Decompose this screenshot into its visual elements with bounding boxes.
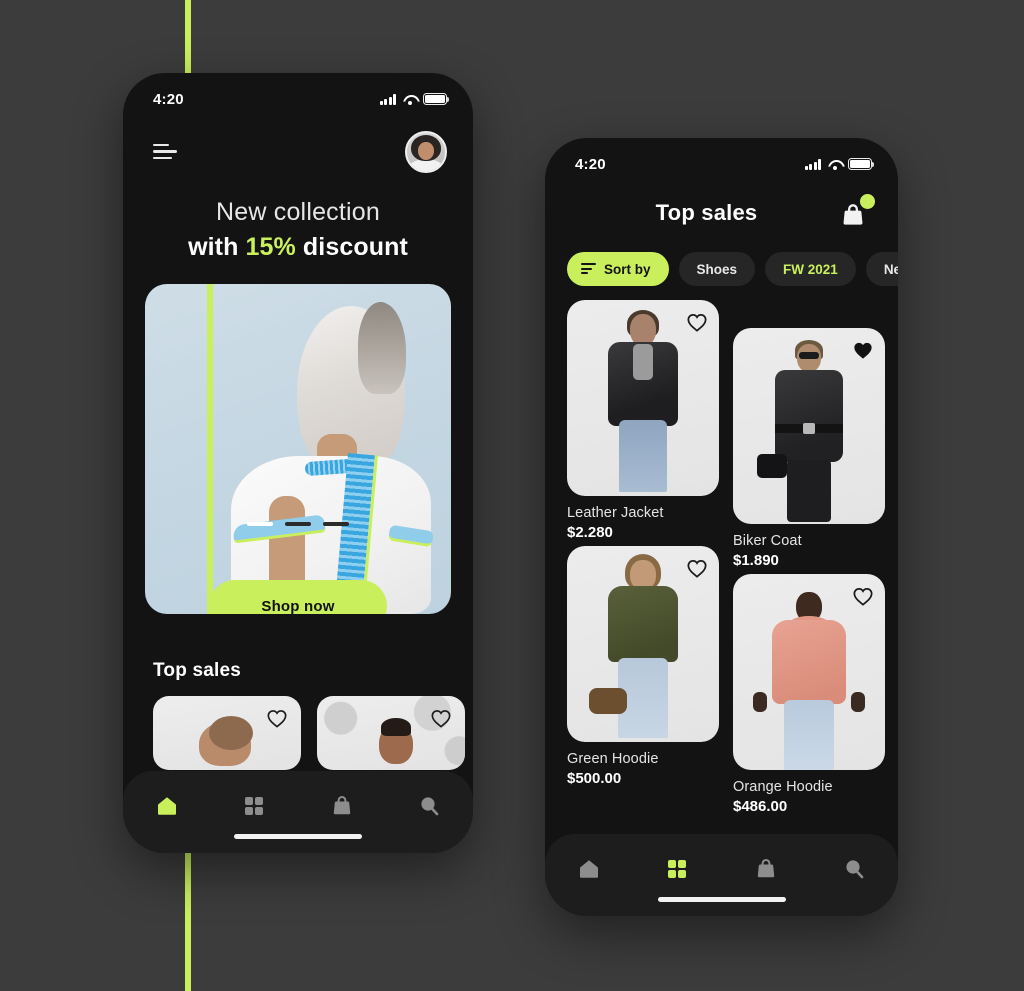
favorite-heart-icon[interactable] [429, 706, 453, 730]
product-card-green-hoodie[interactable]: Green Hoodie $500.00 [567, 546, 719, 787]
product-price: $1.890 [733, 552, 779, 569]
nav-item-search[interactable] [386, 789, 474, 823]
nav-item-bag[interactable] [722, 852, 810, 886]
phone-left-home-screen: 4:20 New collection with 15% discount Sh… [123, 73, 473, 853]
wifi-icon [402, 94, 417, 105]
signal-icon [804, 158, 821, 170]
shopping-bag-icon[interactable] [838, 194, 875, 230]
left-status-bar: 4:20 [123, 73, 473, 115]
product-image [567, 300, 719, 496]
status-icon-group [804, 158, 875, 170]
product-price: $500.00 [567, 770, 622, 787]
headline-suffix: discount [295, 233, 408, 261]
headline-line-2: with 15% discount [143, 233, 453, 262]
nav-item-home[interactable] [545, 852, 633, 886]
chip-fw-2021[interactable]: FW 2021 [765, 252, 856, 286]
product-image [733, 328, 885, 524]
product-card-biker-coat[interactable]: Biker Coat $1.890 [733, 328, 885, 569]
product-card-leather-jacket[interactable]: Leather Jacket $2.280 [567, 300, 719, 541]
favorite-heart-icon[interactable] [685, 556, 709, 580]
product-card-orange-hoodie[interactable]: Orange Hoodie $486.00 [733, 574, 885, 815]
left-section-title: Top sales [153, 660, 242, 681]
product-image [567, 546, 719, 742]
left-bottom-nav [123, 771, 473, 853]
favorite-heart-icon[interactable] [851, 584, 875, 608]
favorite-heart-icon[interactable] [265, 706, 289, 730]
status-icon-group [379, 93, 450, 105]
filter-chip-row[interactable]: Sort by Shoes FW 2021 New [545, 230, 898, 286]
signal-icon [379, 93, 396, 105]
nav-item-grid[interactable] [633, 852, 721, 886]
product-image [733, 574, 885, 770]
headline-block: New collection with 15% discount [123, 173, 473, 262]
nav-item-grid[interactable] [211, 789, 299, 823]
phone-right-catalog-screen: 4:20 Top sales Sort by Shoes FW 2021 New [545, 138, 898, 916]
headline-line-1: New collection [216, 198, 380, 226]
nav-item-search[interactable] [810, 852, 898, 886]
carousel-indicator[interactable] [145, 522, 451, 526]
avatar[interactable] [405, 131, 447, 173]
product-name: Green Hoodie [567, 751, 659, 767]
list-item[interactable] [153, 696, 301, 770]
sort-icon [581, 263, 596, 275]
chip-label: Sort by [604, 261, 651, 277]
carousel-dot-3[interactable] [323, 522, 349, 526]
battery-icon [423, 93, 450, 105]
left-top-sales-row [123, 682, 473, 770]
favorite-heart-icon[interactable] [685, 310, 709, 334]
headline-prefix: with [188, 233, 246, 261]
page-title: Top sales [655, 200, 758, 225]
hero-model-hair-back [358, 302, 406, 394]
chip-sort-by[interactable]: Sort by [567, 252, 669, 286]
mockup-stage: 4:20 New collection with 15% discount Sh… [0, 0, 1024, 991]
product-name: Leather Jacket [567, 505, 664, 521]
shop-now-button[interactable]: Shop now [209, 580, 387, 614]
right-status-bar: 4:20 [545, 138, 898, 180]
carousel-dot-1[interactable] [247, 522, 273, 526]
headline-discount-value: 15% [245, 233, 296, 261]
favorite-heart-icon[interactable] [851, 338, 875, 362]
product-name: Orange Hoodie [733, 779, 833, 795]
hero-lime-line [207, 284, 213, 614]
product-price: $486.00 [733, 798, 788, 815]
home-indicator [657, 897, 786, 902]
right-app-header: Top sales [545, 180, 898, 230]
chip-new[interactable]: New [865, 252, 898, 286]
right-bottom-nav [545, 834, 898, 916]
carousel-dot-2[interactable] [285, 522, 311, 526]
list-item[interactable] [317, 696, 465, 770]
home-indicator [234, 834, 362, 839]
battery-icon [848, 158, 875, 170]
product-grid: Leather Jacket $2.280 Biker Coat $1.890 [545, 286, 898, 818]
status-time: 4:20 [575, 155, 606, 173]
status-time: 4:20 [153, 90, 184, 108]
hamburger-menu-icon[interactable] [153, 143, 177, 161]
product-name: Biker Coat [733, 533, 802, 549]
nav-item-bag[interactable] [298, 789, 386, 823]
chip-shoes[interactable]: Shoes [678, 252, 756, 286]
left-app-header [123, 115, 473, 173]
wifi-icon [827, 159, 842, 170]
product-price: $2.280 [567, 524, 613, 541]
nav-item-home[interactable] [123, 789, 211, 823]
hero-banner-card[interactable]: Shop now [145, 284, 451, 614]
